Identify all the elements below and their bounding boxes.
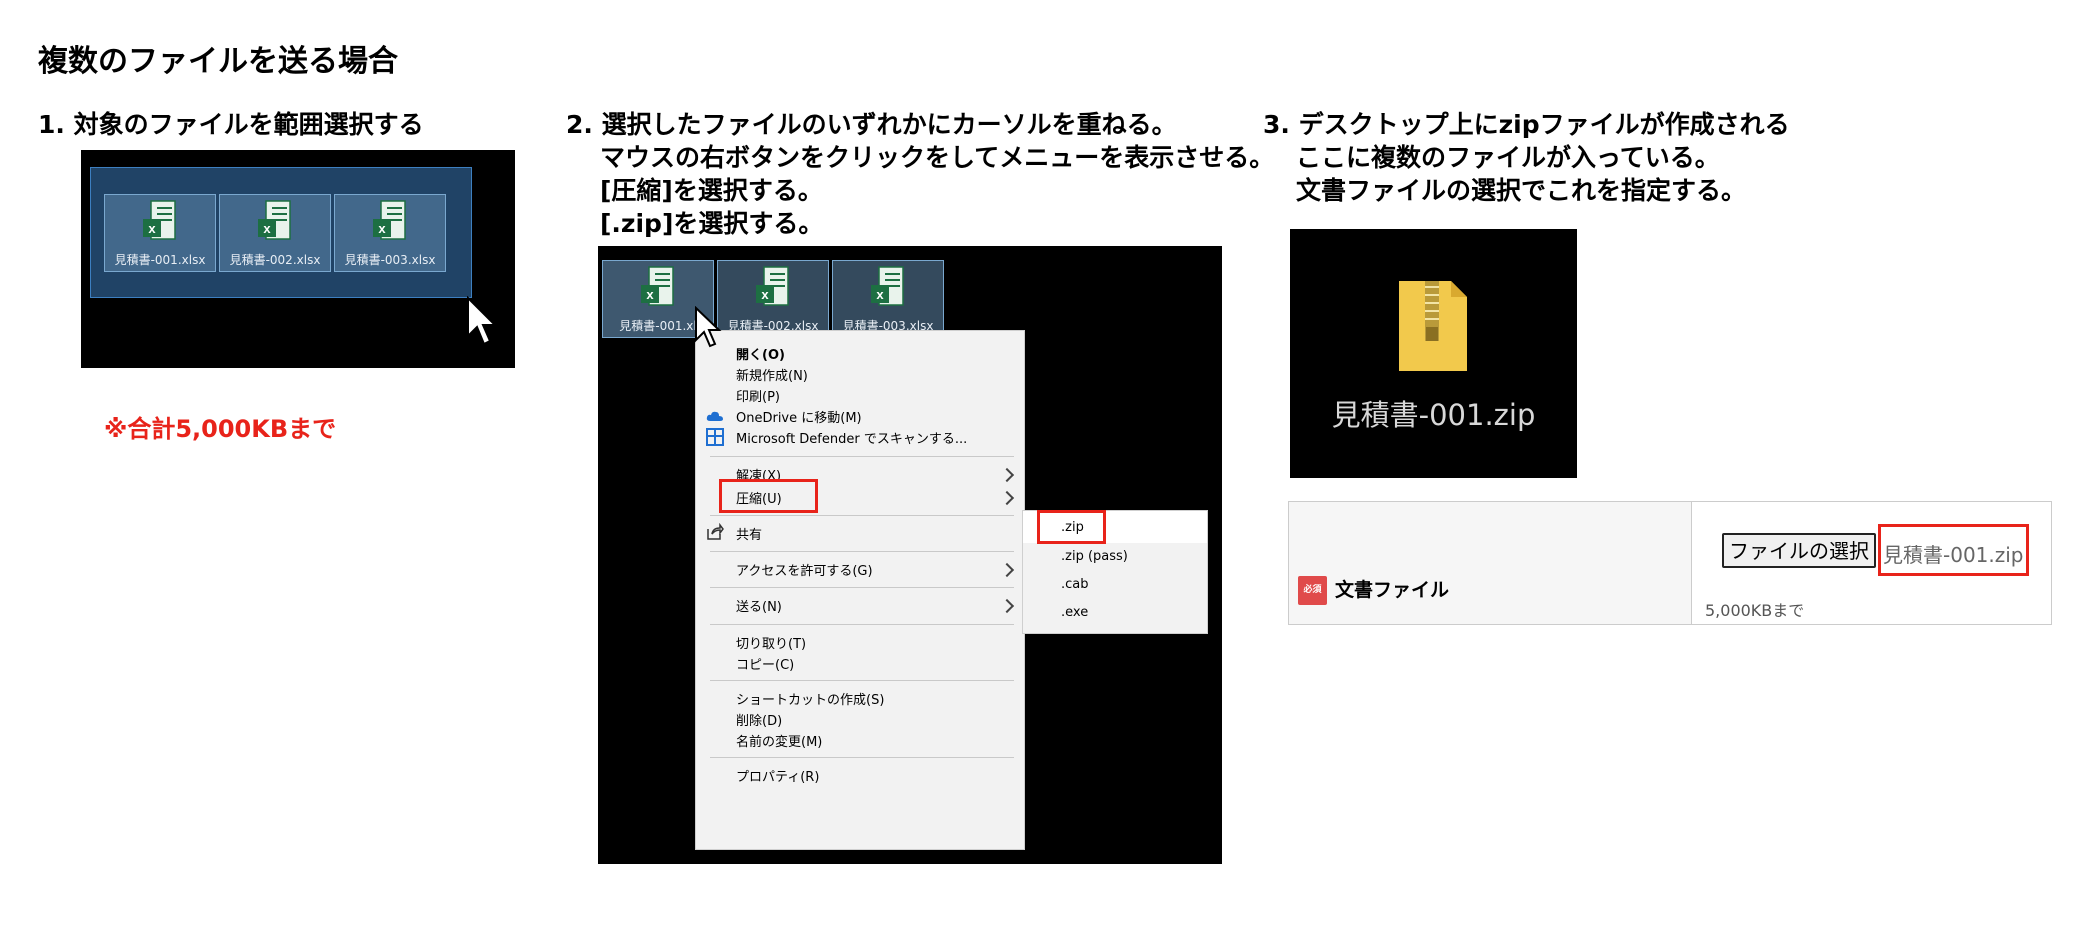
highlight-compress-box [719,479,818,513]
file-name: 見積書-001.xlsx [114,253,206,267]
menu-item-delete[interactable]: 削除(D) [736,710,782,729]
svg-text:x: x [761,287,769,302]
document-file-label: 文書ファイル [1335,579,1450,601]
file-tile[interactable]: x 見積書-001.xlsx [104,194,216,272]
desktop-selection-panel: x 見積書-001.xlsx x 見積書-002.xlsx x 見積書-003.… [81,150,515,368]
chevron-right-icon [999,467,1015,483]
menu-item-defender[interactable]: Microsoft Defender でスキャンする... [736,428,967,447]
menu-item-share[interactable]: 共有 [736,524,762,543]
chevron-right-icon [999,562,1015,578]
menu-item-onedrive[interactable]: OneDrive に移動(M) [736,407,862,426]
share-icon [707,523,724,540]
menu-separator [710,456,1014,457]
menu-item-rename[interactable]: 名前の変更(M) [736,731,822,750]
highlight-zip-box [1037,510,1106,544]
svg-text:x: x [378,221,386,236]
excel-file-icon: x [258,200,291,240]
chevron-right-icon [999,598,1015,614]
excel-file-icon: x [871,266,904,306]
file-tile[interactable]: x 見積書-003.xlsx [334,194,446,272]
menu-separator [710,624,1014,625]
excel-file-icon: x [373,200,406,240]
menu-separator [710,757,1014,758]
submenu-item-cab[interactable]: .cab [1061,577,1089,592]
step2-line1: 2. 選択したファイルのいずれかにカーソルを重ねる。 [566,110,1177,139]
step3-line3: 文書ファイルの選択でこれを指定する。 [1296,176,1747,205]
excel-file-icon: x [641,266,674,306]
file-tile[interactable]: x 見積書-002.xlsx [219,194,331,272]
file-tile[interactable]: x 見積書-003.xlsx [832,260,944,338]
step2-line2: マウスの右ボタンをクリックをしてメニューを表示させる。 [600,143,1275,172]
chevron-right-icon [999,490,1015,506]
menu-item-cut[interactable]: 切り取り(T) [736,633,806,652]
menu-item-open[interactable]: 開く(O) [736,344,785,363]
context-menu: 開く(O) 新規作成(N) 印刷(P) OneDrive に移動(M) Micr… [695,330,1025,850]
choose-file-button[interactable]: ファイルの選択 [1722,533,1876,568]
file-name: 見積書-003.xlsx [344,253,436,267]
zip-folder-icon[interactable] [1395,277,1471,375]
menu-separator [710,587,1014,588]
page-title: 複数のファイルを送る場合 [38,44,398,79]
step1-heading: 1. 対象のファイルを範囲選択する [38,110,424,139]
step2-line4: [.zip]を選択する。 [600,209,824,238]
file-name: 見積書-002.xlsx [229,253,321,267]
excel-file-icon: x [756,266,789,306]
svg-text:x: x [263,221,271,236]
menu-item-copy[interactable]: コピー(C) [736,654,794,673]
step3-line1: 3. デスクトップ上にzipファイルが作成される [1263,110,1790,139]
step3-line2: ここに複数のファイルが入っている。 [1296,143,1720,172]
svg-text:x: x [876,287,884,302]
menu-item-send[interactable]: 送る(N) [736,596,782,615]
menu-separator [710,680,1014,681]
form-label-cell: 必須 文書ファイル [1289,502,1692,624]
document-file-form: 必須 文書ファイル ファイルの選択 見積書-001.zip 5,000KBまで [1288,501,2052,625]
desktop-zip-panel: 見積書-001.zip [1290,229,1577,478]
submenu-item-exe[interactable]: .exe [1061,605,1088,620]
mouse-cursor-icon [467,296,498,346]
step2-line3: [圧縮]を選択する。 [600,176,823,205]
svg-text:x: x [148,221,156,236]
mouse-cursor-icon [695,306,722,348]
excel-file-icon: x [143,200,176,240]
size-limit-note: ※合計5,000KBまで [104,415,337,443]
menu-item-properties[interactable]: プロパティ(R) [736,766,819,785]
menu-item-print[interactable]: 印刷(P) [736,386,780,405]
menu-item-access[interactable]: アクセスを許可する(G) [736,560,873,579]
submenu-item-zip-pass[interactable]: .zip (pass) [1061,549,1128,564]
menu-item-new[interactable]: 新規作成(N) [736,365,808,384]
file-size-limit: 5,000KBまで [1705,601,1805,620]
svg-text:x: x [646,287,654,302]
highlight-chosen-file-box [1878,524,2029,576]
context-menu-panel: x 見積書-001.xl x 見積書-002.xlsx x 見積書-003.xl… [598,246,1222,864]
defender-shield-icon [706,428,724,446]
menu-item-shortcut[interactable]: ショートカットの作成(S) [736,689,884,708]
required-badge: 必須 [1298,576,1327,605]
menu-separator [710,515,1014,516]
zip-file-name: 見積書-001.zip [1331,398,1536,432]
file-tile[interactable]: x 見積書-002.xlsx [717,260,829,338]
menu-separator [710,551,1014,552]
onedrive-cloud-icon [706,411,723,421]
